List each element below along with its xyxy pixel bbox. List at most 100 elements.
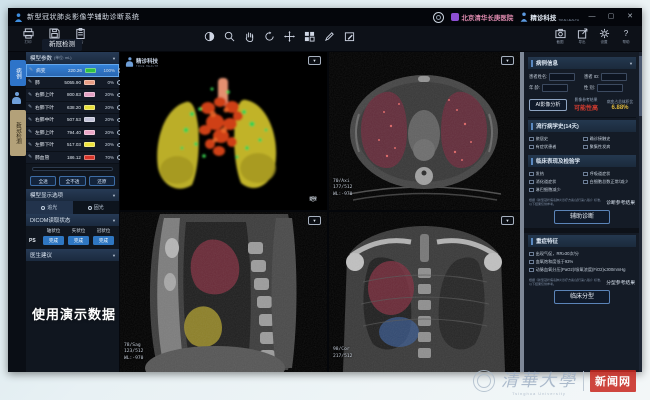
- layer-row-rml[interactable]: ✎右肺中叶507.5320%: [26, 114, 119, 127]
- layer-row-vessels[interactable]: ✎肺血管186.1270%: [26, 152, 119, 165]
- age-input[interactable]: [542, 84, 568, 92]
- axial-label: 轴状位: [41, 228, 66, 234]
- tsinghua-seal-icon: [473, 370, 495, 392]
- light-follow-tab[interactable]: 追光: [26, 201, 73, 214]
- checkbox-icon: [583, 172, 588, 177]
- checkbox-pao2[interactable]: 动脉血氧分压(PaO2)/吸氧浓度(FiO2)≤300mmHg: [529, 267, 635, 273]
- checkbox-digestive[interactable]: 消化道症状: [529, 179, 581, 185]
- doctor-advice-header[interactable]: 医生建议 ▼: [26, 249, 119, 261]
- checkbox-respiratory[interactable]: 呼吸道症状: [583, 171, 635, 177]
- color-swatch[interactable]: [84, 155, 95, 160]
- contrast-icon[interactable]: [204, 31, 215, 42]
- layer-row-lung[interactable]: ✎肺5055.900%: [26, 77, 119, 90]
- brush-icon: ✎: [28, 92, 35, 98]
- checkbox-wbc[interactable]: 白细胞总数正常/减少: [583, 179, 635, 185]
- all-transparent-button[interactable]: 全透: [30, 176, 56, 186]
- layer-row-lll[interactable]: ✎左肺下叶517.0320%: [26, 139, 119, 152]
- screenshot-icon: [555, 28, 566, 39]
- chevron-down-icon[interactable]: ▼: [112, 56, 116, 61]
- all-opaque-button[interactable]: 全不透: [59, 176, 85, 186]
- brush-icon: ✎: [29, 67, 36, 73]
- clinical-typing-button[interactable]: 临床分型: [554, 290, 610, 304]
- layer-row-lul[interactable]: ✎左肺上叶794.4020%: [26, 127, 119, 140]
- rail-tab-case[interactable]: 病例: [10, 60, 26, 86]
- checkbox-fever[interactable]: 发热: [529, 171, 581, 177]
- color-swatch[interactable]: [84, 92, 95, 97]
- sex-input[interactable]: [597, 84, 623, 92]
- color-swatch[interactable]: [85, 68, 96, 73]
- chevron-down-icon[interactable]: ▼: [112, 253, 116, 258]
- zoom-icon[interactable]: [224, 31, 235, 42]
- viewport-menu-button[interactable]: ▼: [308, 56, 321, 65]
- checkbox-lymphocyte[interactable]: 淋巴细胞减少: [529, 187, 581, 193]
- checkbox-dyspnea[interactable]: 出现气促，RR≥30次/分: [529, 251, 635, 257]
- checkbox-symptomatic-contact[interactable]: 有症状患者: [529, 144, 581, 150]
- gear-icon: [599, 28, 610, 39]
- checkbox-confirmed-contact[interactable]: 确诊接触史: [583, 136, 635, 142]
- layer-row-rul[interactable]: ✎右肺上叶800.8320%: [26, 89, 119, 102]
- right-scrollbar[interactable]: [639, 52, 642, 372]
- dicom-status-header[interactable]: DICOM读取状态 ▼: [26, 214, 119, 226]
- rebuild-control[interactable]: 重建: [309, 196, 317, 202]
- opacity-slider[interactable]: [32, 167, 113, 171]
- layer-row-lesion[interactable]: ✎病变220.26100%: [26, 64, 119, 77]
- print-button[interactable]: 打印: [20, 28, 36, 45]
- ratio-value: 6.88%: [605, 105, 635, 111]
- checkbox-cluster[interactable]: 聚集性发病: [583, 144, 635, 150]
- annotate-pencil-icon[interactable]: [324, 31, 335, 42]
- settings-button[interactable]: 设置: [596, 28, 612, 45]
- chevron-down-icon[interactable]: ▼: [112, 218, 116, 223]
- color-swatch[interactable]: [84, 80, 95, 85]
- sagittal-done-button[interactable]: 完成: [68, 236, 89, 245]
- cube-icon: [309, 196, 317, 202]
- patient-id-input[interactable]: [601, 73, 627, 81]
- case-info-header[interactable]: 病例信息▼: [528, 57, 636, 69]
- patient-name-input[interactable]: [549, 73, 575, 81]
- assist-diagnosis-button[interactable]: 辅助诊断: [554, 210, 610, 224]
- hospital-icon: [451, 13, 459, 21]
- pan-hand-icon[interactable]: [244, 31, 255, 42]
- color-swatch[interactable]: [84, 142, 95, 147]
- display-options-header[interactable]: 模型显示选项 ▼: [26, 189, 119, 201]
- rail-tab-covid[interactable]: 新冠检测: [10, 110, 26, 156]
- viewport-menu-button[interactable]: ▼: [501, 56, 514, 65]
- viewport-3d[interactable]: 精诊科技TRUE HEALTH ▼ 重建: [120, 52, 327, 210]
- tab-covid-detection[interactable]: 新冠检测: [42, 39, 82, 51]
- layer-row-rll[interactable]: ✎右肺下叶638.2020%: [26, 102, 119, 115]
- viewport-coronal[interactable]: ▼ 98/Cor217/512: [329, 212, 520, 372]
- accent-bar: [531, 123, 533, 130]
- coronal-done-button[interactable]: 完成: [93, 236, 114, 245]
- rotate-icon[interactable]: [264, 31, 275, 42]
- help-button[interactable]: ? 帮助: [618, 28, 634, 45]
- minimize-button[interactable]: —: [586, 9, 598, 25]
- chevron-down-icon[interactable]: ▼: [629, 61, 633, 66]
- model-params-header[interactable]: 模型参数 (单位: mL) ▼: [26, 52, 119, 64]
- checkbox-travel[interactable]: 旅居史: [529, 136, 581, 142]
- axial-done-button[interactable]: 完成: [43, 236, 64, 245]
- reset-button[interactable]: 还原: [89, 176, 115, 186]
- edit-note-icon[interactable]: [344, 31, 355, 42]
- clinical-header[interactable]: 临床表现及检验学: [528, 155, 636, 167]
- ai-analysis-button[interactable]: AI影像分析: [529, 99, 567, 111]
- export-button[interactable]: 导出: [574, 28, 590, 45]
- layout-grid-icon[interactable]: [304, 31, 315, 42]
- viewport-sagittal[interactable]: ▼ 78/Sag123/512WL:-970: [120, 212, 327, 372]
- light-fixed-tab[interactable]: 固光: [73, 201, 120, 214]
- viewport-menu-button[interactable]: ▼: [308, 216, 321, 225]
- severe-features-header[interactable]: 重症特征: [528, 235, 636, 247]
- move-icon[interactable]: [284, 31, 295, 42]
- right-panel: 病例信息▼ 患者姓名: 患者 ID: 年 龄: 性 别: AI影像分析 影像参考…: [524, 52, 642, 372]
- checkbox-spo2[interactable]: 血氧饱和度低于93%: [529, 259, 635, 265]
- color-swatch[interactable]: [84, 130, 95, 135]
- viewport-axial[interactable]: ▼ 70/Axi177/512WL:-970: [329, 52, 520, 210]
- close-button[interactable]: ✕: [624, 9, 636, 25]
- color-swatch[interactable]: [84, 105, 95, 110]
- chevron-down-icon[interactable]: ▼: [112, 193, 116, 198]
- epidemiology-header[interactable]: 流行病学史(14天): [528, 120, 636, 132]
- divider: [583, 371, 584, 391]
- diagnosis-result-label: 诊断参考结果: [606, 199, 635, 206]
- color-swatch[interactable]: [84, 117, 95, 122]
- screenshot-button[interactable]: 截图: [552, 28, 568, 45]
- maximize-button[interactable]: ▢: [605, 9, 617, 25]
- viewport-menu-button[interactable]: ▼: [501, 216, 514, 225]
